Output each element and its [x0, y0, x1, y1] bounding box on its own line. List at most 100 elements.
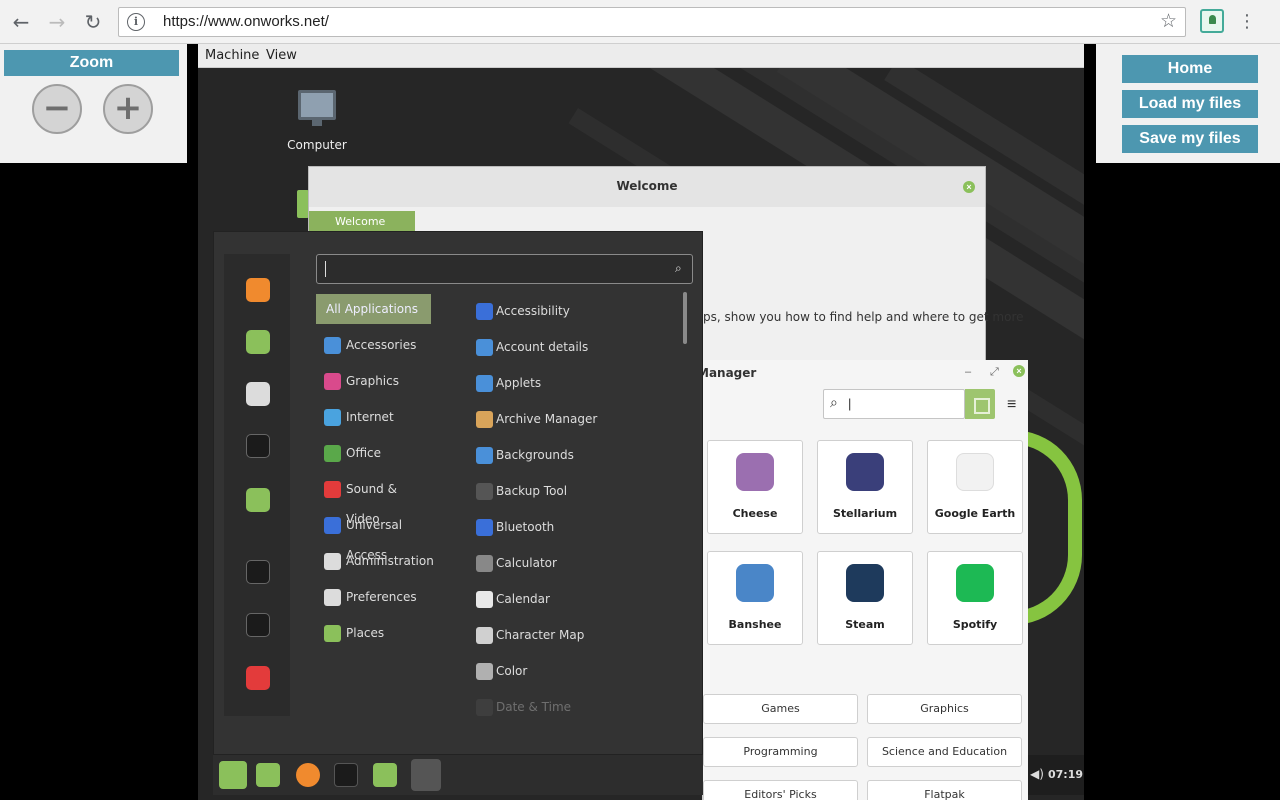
- swm-view-toggle-button[interactable]: [965, 389, 995, 419]
- category-button[interactable]: Games: [703, 694, 858, 724]
- menu-app-item[interactable]: Backup Tool: [468, 476, 678, 506]
- app-tile-icon: [956, 564, 994, 602]
- hamburger-menu-icon[interactable]: ≡: [1007, 396, 1016, 414]
- menu-app-item[interactable]: Backgrounds: [468, 440, 678, 470]
- menu-search-input[interactable]: ⌕: [316, 254, 693, 284]
- menu-app-item[interactable]: Bluetooth: [468, 512, 678, 542]
- menu-category-item[interactable]: Administration: [316, 546, 434, 576]
- bookmark-star-icon[interactable]: ☆: [1160, 10, 1177, 32]
- category-icon: [324, 373, 341, 390]
- terminal-icon[interactable]: [246, 434, 270, 458]
- menu-app-item[interactable]: Color: [468, 656, 678, 686]
- software-manager-window: Manager – ⤢ × ⌕ | ≡ Cheese Stellarium Goog…: [702, 360, 1028, 800]
- swm-search-value[interactable]: |: [848, 396, 851, 411]
- zoom-panel: Zoom − +: [0, 44, 187, 163]
- url-text[interactable]: https://www.onworks.net/: [163, 13, 329, 30]
- close-icon[interactable]: ×: [1013, 365, 1025, 377]
- volume-icon[interactable]: ◀): [1030, 767, 1044, 781]
- app-tile[interactable]: Spotify: [927, 551, 1023, 645]
- sidebar-item-welcome[interactable]: Welcome: [309, 211, 415, 233]
- firefox-icon[interactable]: [246, 278, 270, 302]
- menu-machine[interactable]: Machine: [205, 48, 259, 63]
- menu-app-item[interactable]: Accessibility: [468, 296, 678, 326]
- firefox-icon[interactable]: [296, 763, 320, 787]
- category-icon: [324, 589, 341, 606]
- zoom-in-button[interactable]: +: [103, 84, 153, 134]
- menu-category-item[interactable]: Internet: [316, 402, 431, 432]
- computer-desktop-icon[interactable]: [298, 90, 336, 120]
- forward-arrow-icon[interactable]: →: [44, 9, 70, 35]
- close-icon[interactable]: ×: [963, 181, 975, 193]
- lock-icon[interactable]: [246, 560, 270, 584]
- back-arrow-icon[interactable]: ←: [8, 9, 34, 35]
- files-icon[interactable]: [373, 763, 397, 787]
- app-tile[interactable]: Steam: [817, 551, 913, 645]
- category-icon: [324, 445, 341, 462]
- mint-menu-icon[interactable]: [219, 761, 247, 789]
- menu-app-label: Bluetooth: [496, 520, 555, 534]
- menu-category-item[interactable]: Accessories: [316, 330, 431, 360]
- show-desktop-icon[interactable]: [256, 763, 280, 787]
- menu-app-item[interactable]: Applets: [468, 368, 678, 398]
- menu-category-item[interactable]: Graphics: [316, 366, 431, 396]
- power-icon[interactable]: [246, 666, 270, 690]
- maximize-icon[interactable]: ⤢: [990, 366, 999, 379]
- site-info-icon[interactable]: i: [127, 13, 145, 31]
- address-bar[interactable]: i https://www.onworks.net/ ☆: [118, 7, 1186, 37]
- search-icon: ⌕: [830, 395, 838, 411]
- zoom-out-button[interactable]: −: [32, 84, 82, 134]
- menu-app-item[interactable]: Account details: [468, 332, 678, 362]
- swm-search-input[interactable]: ⌕ |: [823, 389, 965, 419]
- browser-menu-icon[interactable]: ⋮: [1238, 9, 1256, 35]
- logout-icon[interactable]: [246, 613, 270, 637]
- menu-app-item[interactable]: Archive Manager: [468, 404, 678, 434]
- welcome-body-text: ps, show you how to find help and where …: [703, 310, 1024, 324]
- text-caret: [325, 261, 326, 277]
- category-button[interactable]: Programming: [703, 737, 858, 767]
- reload-icon[interactable]: ↻: [80, 9, 106, 35]
- menu-app-item[interactable]: Character Map: [468, 620, 678, 650]
- search-icon: ⌕: [675, 261, 682, 275]
- category-button[interactable]: Flatpak: [867, 780, 1022, 800]
- software-manager-task-icon[interactable]: [411, 759, 441, 791]
- extension-icon[interactable]: [1200, 9, 1224, 33]
- app-tile-icon: [736, 453, 774, 491]
- app-icon: [476, 627, 493, 644]
- menu-category-item[interactable]: Sound & Video: [316, 474, 431, 526]
- minimize-icon[interactable]: –: [965, 366, 971, 378]
- menu-app-label: Archive Manager: [496, 412, 598, 426]
- category-button[interactable]: Editors' Picks: [703, 780, 858, 800]
- files-icon[interactable]: [246, 488, 270, 512]
- menu-app-label: Backgrounds: [496, 448, 574, 462]
- menu-app-label: Calculator: [496, 556, 557, 570]
- menu-app-item[interactable]: Date & Time: [468, 692, 678, 722]
- category-button[interactable]: Science and Education: [867, 737, 1022, 767]
- menu-category-item[interactable]: Office: [316, 438, 431, 468]
- menu-category-label: Places: [346, 626, 385, 640]
- load-files-button[interactable]: Load my files: [1122, 90, 1258, 118]
- terminal-icon[interactable]: [334, 763, 358, 787]
- app-tile[interactable]: Cheese: [707, 440, 803, 534]
- app-tile-icon: [846, 453, 884, 491]
- clock[interactable]: 07:19: [1048, 768, 1083, 781]
- menu-app-label: Calendar: [496, 592, 550, 606]
- app-tile[interactable]: Stellarium: [817, 440, 913, 534]
- app-tile[interactable]: Banshee: [707, 551, 803, 645]
- menu-scrollbar[interactable]: [683, 292, 687, 344]
- app-tile-label: Spotify: [952, 618, 998, 631]
- menu-category-item[interactable]: Universal Access: [316, 510, 431, 562]
- menu-app-item[interactable]: Calendar: [468, 584, 678, 614]
- home-button[interactable]: Home: [1122, 55, 1258, 83]
- app-tile[interactable]: Google Earth: [927, 440, 1023, 534]
- menu-category-item[interactable]: Preferences: [316, 582, 431, 612]
- save-files-button[interactable]: Save my files: [1122, 125, 1258, 153]
- menu-category-item[interactable]: Places: [316, 618, 431, 648]
- computer-label[interactable]: Computer: [282, 138, 352, 152]
- category-button[interactable]: Graphics: [867, 694, 1022, 724]
- menu-app-item[interactable]: Calculator: [468, 548, 678, 578]
- settings-icon[interactable]: [246, 382, 270, 406]
- category-icon: [324, 481, 341, 498]
- menu-category-item[interactable]: All Applications: [316, 294, 431, 324]
- software-manager-icon[interactable]: [246, 330, 270, 354]
- menu-view[interactable]: View: [266, 48, 297, 63]
